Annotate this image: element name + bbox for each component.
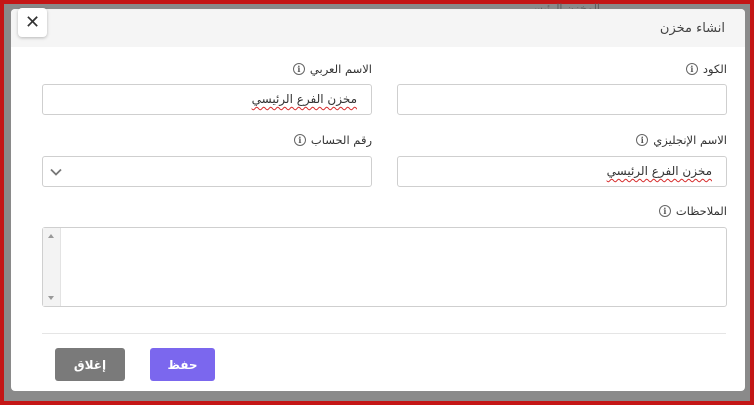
info-icon[interactable]: i — [658, 205, 671, 217]
chevron-down-icon[interactable] — [49, 165, 63, 179]
info-icon[interactable]: i — [293, 134, 306, 146]
notes-label-group: الملاحظات i — [658, 203, 727, 219]
notes-scrollbar[interactable] — [43, 228, 61, 306]
create-warehouse-modal: انشاء مخزن الكود i الاسم العربي i مخزن ا… — [11, 9, 745, 391]
code-label-group: الكود i — [685, 61, 727, 77]
save-button[interactable]: حفظ — [150, 348, 215, 381]
info-icon[interactable]: i — [292, 63, 305, 75]
arabic-name-label-group: الاسم العربي i — [292, 61, 372, 77]
info-icon[interactable]: i — [636, 134, 649, 146]
account-number-label-group: رقم الحساب i — [293, 132, 372, 148]
close-button[interactable]: إغلاق — [55, 348, 125, 381]
notes-label: الملاحظات — [675, 204, 727, 218]
english-name-label: الاسم الإنجليزي — [653, 133, 727, 147]
english-name-value: مخزن الفرع الرئيسي — [606, 164, 712, 178]
scroll-arrow-up-icon[interactable] — [48, 234, 54, 238]
english-name-label-group: الاسم الإنجليزي i — [636, 132, 727, 148]
account-number-select[interactable] — [42, 156, 372, 187]
arabic-name-label: الاسم العربي — [309, 62, 372, 76]
footer-divider — [42, 333, 726, 334]
notes-textarea[interactable] — [42, 227, 727, 307]
account-number-label: رقم الحساب — [310, 133, 372, 147]
code-input[interactable] — [397, 84, 727, 115]
close-icon[interactable]: ✕ — [18, 8, 47, 37]
modal-header: انشاء مخزن — [11, 9, 745, 47]
arabic-name-value: مخزن الفرع الرئيسي — [251, 92, 357, 106]
info-icon[interactable]: i — [685, 63, 698, 75]
code-label: الكود — [702, 62, 727, 76]
english-name-input[interactable]: مخزن الفرع الرئيسي — [397, 156, 727, 187]
modal-title: انشاء مخزن — [659, 21, 725, 36]
scroll-arrow-down-icon[interactable] — [48, 296, 54, 300]
arabic-name-input[interactable]: مخزن الفرع الرئيسي — [42, 84, 372, 115]
